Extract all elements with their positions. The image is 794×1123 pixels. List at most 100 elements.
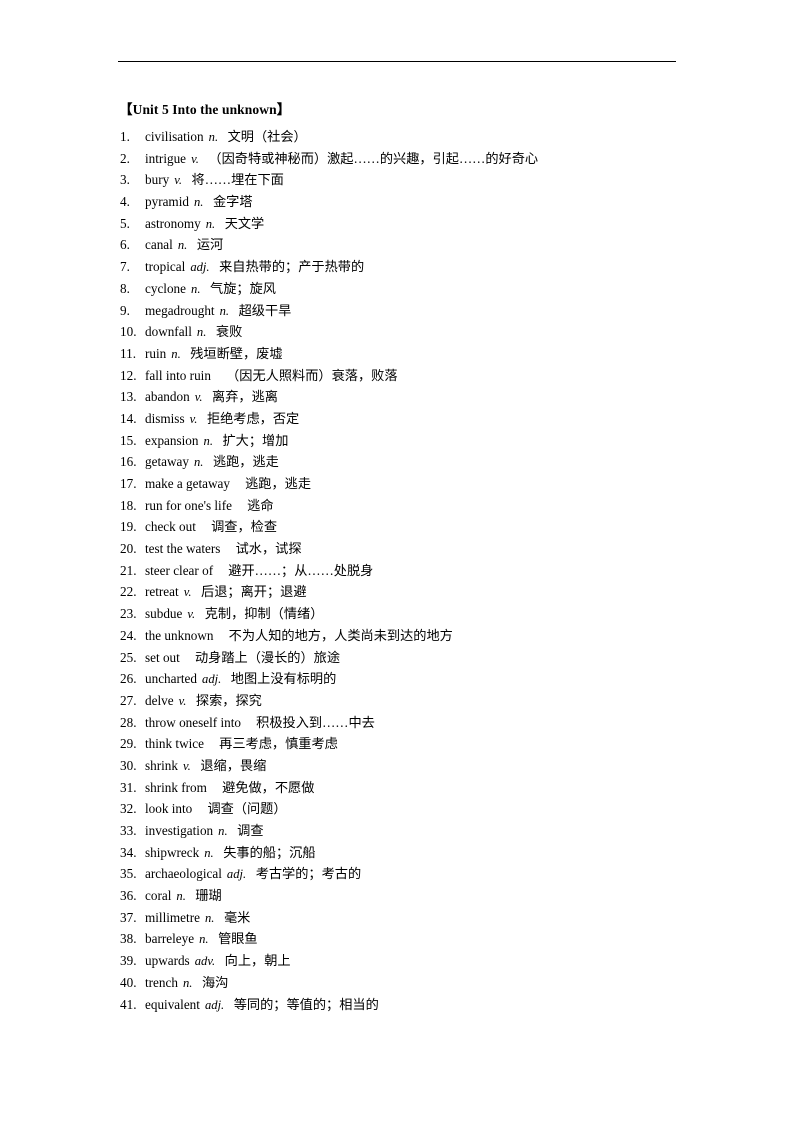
- entry-term: civilisation: [145, 129, 204, 144]
- entry-body: look into 调查（问题）: [145, 798, 287, 820]
- entry-body: expansion n. 扩大；增加: [145, 430, 288, 453]
- entry-part-of-speech: adv.: [194, 954, 216, 969]
- entry-number: 9.: [120, 302, 130, 318]
- entry-number: 28.: [120, 714, 137, 730]
- vocabulary-entry: 1. civilisation n. 文明（社会）: [0, 126, 794, 148]
- entry-number: 20.: [120, 541, 137, 557]
- vocabulary-entry: 9. megadrought n. 超级干旱: [0, 300, 794, 322]
- entry-gloss: 毫米: [223, 909, 251, 925]
- entry-term: throw oneself into: [145, 714, 241, 730]
- entry-part-of-speech: n.: [219, 303, 230, 318]
- entry-body: canal n. 运河: [145, 234, 223, 257]
- entry-gloss: 等同的；等值的；相当的: [233, 996, 379, 1012]
- vocabulary-entry: 5. astronomy n. 天文学: [0, 213, 794, 235]
- vocabulary-entry: 8. cyclone n. 气旋；旋风: [0, 278, 794, 300]
- entry-number: 25.: [120, 649, 137, 665]
- vocabulary-entry: 22. retreat v. 后退；离开；退避: [0, 581, 794, 603]
- entry-number: 22.: [120, 584, 137, 600]
- entry-part-of-speech: n.: [171, 346, 181, 361]
- vocabulary-entry: 2. intrigue v. （因奇特或神秘而）激起……的兴趣，引起……的好奇心: [0, 148, 794, 170]
- entry-gloss: （因奇特或神秘而）激起……的兴趣，引起……的好奇心: [208, 150, 539, 166]
- entry-term: downfall: [145, 324, 192, 340]
- entry-gloss: 管眼鱼: [218, 931, 258, 947]
- entry-body: set out 动身踏上（漫长的）旅途: [145, 647, 340, 669]
- entry-part-of-speech: v.: [178, 693, 187, 708]
- entry-gloss: 珊瑚: [195, 888, 222, 904]
- entry-number: 27.: [120, 692, 137, 708]
- entry-term: test the waters: [145, 541, 221, 557]
- entry-term: the unknown: [145, 627, 214, 643]
- entry-term: tropical: [145, 259, 186, 275]
- entry-number: 6.: [120, 237, 130, 253]
- entry-term: dismiss: [145, 410, 185, 426]
- entry-part-of-speech: n.: [182, 975, 193, 990]
- entry-number: 7.: [120, 259, 130, 275]
- entry-part-of-speech: adj.: [190, 260, 210, 275]
- entry-term: canal: [145, 237, 173, 253]
- entry-gloss: 逃跑，逃走: [212, 454, 279, 470]
- entry-gloss: 逃命: [247, 497, 274, 513]
- vocabulary-entry: 12. fall into ruin （因无人照料而）衰落，败落: [0, 365, 794, 387]
- vocabulary-entry: 7. tropical adj. 来自热带的；产于热带的: [0, 256, 794, 278]
- vocabulary-entry: 17. make a getaway 逃跑，逃走: [0, 473, 794, 495]
- vocabulary-entry: 31. shrink from 避免做，不愿做: [0, 777, 794, 799]
- vocabulary-entry: 38. barreleye n. 管眼鱼: [0, 928, 794, 950]
- entry-term: coral: [145, 888, 172, 904]
- entry-term: ruin: [145, 345, 167, 361]
- entry-part-of-speech: n.: [199, 932, 209, 947]
- entry-number: 3.: [120, 172, 130, 188]
- entry-body: shrink from 避免做，不愿做: [145, 777, 314, 799]
- vocabulary-entry: 26. uncharted adj. 地图上没有标明的: [0, 668, 794, 690]
- vocabulary-entry: 30. shrink v. 退缩，畏缩: [0, 755, 794, 777]
- vocabulary-entry: 28. throw oneself into 积极投入到……中去: [0, 712, 794, 734]
- vocabulary-entry: 33. investigation n. 调查: [0, 820, 794, 842]
- entry-gloss: 试水，试探: [235, 541, 302, 557]
- entry-body: equivalent adj. 等同的；等值的；相当的: [145, 994, 379, 1017]
- entry-body: subdue v. 克制，抑制（情绪）: [145, 603, 323, 626]
- entry-gloss: 考古学的；考古的: [255, 866, 362, 882]
- entry-number: 40.: [120, 974, 137, 990]
- entry-term: equivalent: [145, 996, 200, 1012]
- entry-number: 41.: [120, 996, 137, 1012]
- entry-term: check out: [145, 519, 196, 535]
- entry-number: 30.: [120, 757, 137, 773]
- entry-body: tropical adj. 来自热带的；产于热带的: [145, 256, 364, 279]
- entry-part-of-speech: n.: [191, 281, 201, 296]
- vocabulary-entry: 35. archaeological adj. 考古学的；考古的: [0, 863, 794, 885]
- vocabulary-entry: 21. steer clear of 避开……；从……处脱身: [0, 560, 794, 582]
- page-title: 【Unit 5 Into the unknown】: [119, 102, 291, 117]
- entry-term: shrink: [145, 757, 178, 773]
- entry-number: 38.: [120, 931, 137, 947]
- entry-term: retreat: [145, 584, 179, 600]
- vocabulary-entry: 25. set out 动身踏上（漫长的）旅途: [0, 647, 794, 669]
- vocabulary-entry: 6. canal n. 运河: [0, 234, 794, 256]
- entry-number: 21.: [120, 562, 137, 578]
- entry-number: 13.: [120, 389, 137, 405]
- entry-gloss: 向上，朝上: [224, 953, 291, 969]
- vocabulary-entry: 13. abandon v. 离弃，逃离: [0, 386, 794, 408]
- entry-part-of-speech: v.: [174, 173, 183, 188]
- entry-part-of-speech: n.: [204, 845, 214, 860]
- entry-body: cyclone n. 气旋；旋风: [145, 278, 276, 301]
- entry-body: check out 调查，检查: [145, 516, 277, 538]
- entry-body: millimetre n. 毫米: [145, 907, 250, 930]
- entry-number: 19.: [120, 519, 137, 535]
- entry-term: subdue: [145, 606, 183, 622]
- vocabulary-entry: 19. check out 调查，检查: [0, 516, 794, 538]
- entry-number: 34.: [120, 844, 137, 860]
- entry-body: retreat v. 后退；离开；退避: [145, 581, 307, 604]
- entry-gloss: 气旋；旋风: [210, 280, 276, 296]
- entry-body: bury v. 将……埋在下面: [145, 169, 284, 192]
- entry-gloss: 探索，探究: [195, 692, 262, 708]
- entry-gloss: 动身踏上（漫长的）旅途: [194, 649, 341, 665]
- entry-gloss: 超级干旱: [238, 302, 292, 318]
- entry-body: think twice 再三考虑，慎重考虑: [145, 733, 338, 755]
- entry-term: fall into ruin: [145, 367, 211, 383]
- entry-term: barreleye: [145, 931, 195, 947]
- entry-number: 14.: [120, 410, 137, 426]
- entry-part-of-speech: adj.: [202, 672, 222, 687]
- entry-part-of-speech: n.: [208, 130, 219, 144]
- entry-gloss: 运河: [196, 237, 224, 253]
- entry-term: expansion: [145, 432, 199, 448]
- vocabulary-entry: 32. look into 调查（问题）: [0, 798, 794, 820]
